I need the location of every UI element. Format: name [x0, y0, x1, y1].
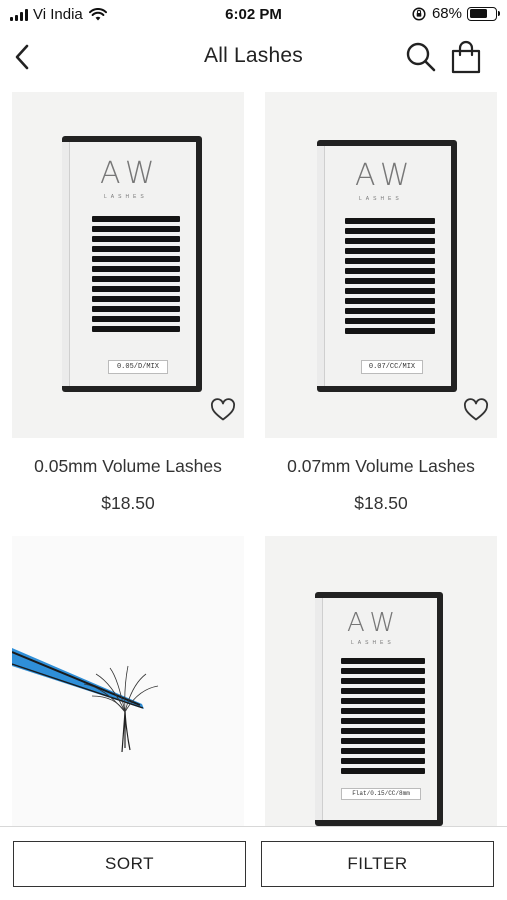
filter-button[interactable]: FILTER [261, 841, 494, 887]
sort-button[interactable]: SORT [13, 841, 246, 887]
lash-box-image: AW LASHES 0.07/CC/MIX [317, 140, 457, 392]
brand-logo: AW [347, 608, 402, 638]
heart-icon[interactable] [463, 398, 489, 422]
lash-box-image: AW LASHES 0.05/D/MIX [62, 136, 202, 392]
product-card[interactable]: AW LASHES 0.07/CC/MIX 0.07mm Volume Lash… [265, 92, 497, 514]
product-card[interactable]: AW LASHES Flat/0.15/CC/8mm [265, 536, 497, 844]
battery-icon [467, 6, 500, 21]
product-image[interactable]: AW LASHES 0.05/D/MIX [12, 92, 244, 438]
heart-icon[interactable] [210, 398, 236, 422]
search-icon[interactable] [405, 41, 437, 73]
product-image[interactable]: AW LASHES Flat/0.15/CC/8mm [265, 536, 497, 826]
tweezer-fan-image [12, 648, 159, 753]
status-right: 68% [412, 5, 500, 22]
product-price: $18.50 [101, 493, 155, 513]
product-image[interactable]: AW LASHES 0.07/CC/MIX [265, 92, 497, 438]
product-card[interactable] [12, 536, 244, 844]
brand-logo: AW [100, 156, 161, 191]
lash-label: 0.07/CC/MIX [361, 360, 423, 374]
brand-sub: LASHES [104, 194, 148, 200]
product-card[interactable]: AW LASHES 0.05/D/MIX 0.05mm Volume Lashe… [12, 92, 244, 514]
lash-label: 0.05/D/MIX [108, 360, 168, 374]
lash-box-image: AW LASHES Flat/0.15/CC/8mm [315, 592, 443, 826]
product-name[interactable]: 0.07mm Volume Lashes [265, 456, 497, 477]
bottom-action-bar: SORT FILTER [0, 826, 507, 900]
brand-sub: LASHES [351, 640, 395, 646]
app-header: All Lashes [0, 32, 507, 84]
shopping-bag-icon[interactable] [449, 40, 483, 74]
product-image[interactable] [12, 536, 244, 826]
product-name[interactable]: 0.05mm Volume Lashes [12, 456, 244, 477]
brand-logo: AW [355, 158, 416, 193]
battery-level [469, 9, 487, 18]
status-bar: Vi India 6:02 PM 68% [0, 0, 507, 32]
product-price: $18.50 [354, 493, 408, 513]
battery-percent: 68% [431, 5, 462, 22]
brand-sub: LASHES [359, 196, 403, 202]
orientation-lock-icon [412, 6, 426, 21]
lash-label: Flat/0.15/CC/8mm [341, 788, 421, 800]
